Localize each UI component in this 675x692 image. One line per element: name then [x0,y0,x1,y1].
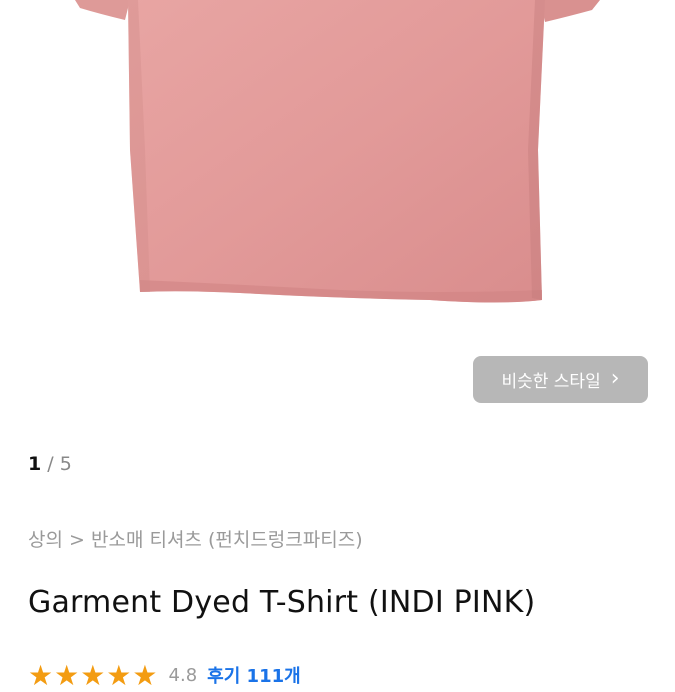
breadcrumb-item-short-sleeve[interactable]: 반소매 티셔츠 [91,529,202,551]
rating-score: 4.8 [168,664,198,686]
rating-row: ★★★★★ 4.8 후기 111개 [28,658,301,692]
image-index-total: 5 [59,453,72,475]
reviews-link[interactable]: 후기 111개 [207,662,301,688]
breadcrumb-item-top[interactable]: 상의 [28,529,63,551]
image-counter: 1 / 5 [28,453,72,475]
similar-style-button[interactable]: 비슷한 스타일 › [473,356,648,403]
chevron-right-icon: › [610,365,620,391]
breadcrumb-separator: > [69,529,85,551]
rating-stars: ★★★★★ [28,658,159,692]
image-index-current: 1 [28,453,42,475]
breadcrumb-brand[interactable]: (펀치드렁크파티즈) [208,529,363,551]
image-index-separator: / [41,453,60,475]
similar-style-label: 비슷한 스타일 [501,372,601,392]
breadcrumb: 상의 > 반소매 티셔츠 (펀치드렁크파티즈) [28,525,363,552]
product-title: Garment Dyed T-Shirt (INDI PINK) [28,585,536,620]
